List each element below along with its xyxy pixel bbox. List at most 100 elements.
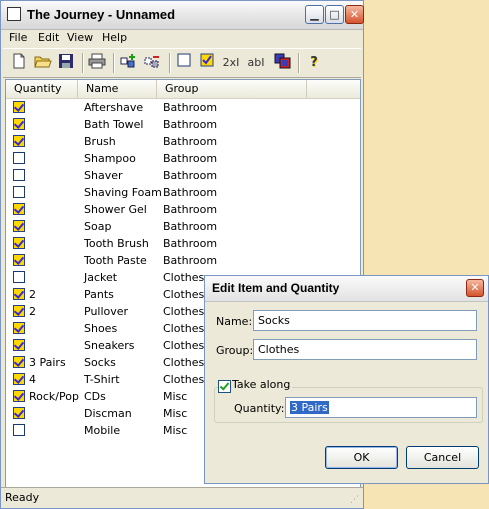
- list-item[interactable]: Tooth Brush Bathroom: [6, 235, 360, 252]
- take-along-checkbox[interactable]: [13, 237, 25, 249]
- toolbar: 2xI abI ?: [3, 48, 361, 78]
- name-cell: Soap: [84, 220, 112, 233]
- group-cell: Clothes: [163, 339, 205, 352]
- name-cell: CDs: [84, 390, 106, 403]
- list-item[interactable]: Soap Bathroom: [6, 218, 360, 235]
- take-along-checkbox[interactable]: [13, 101, 25, 113]
- group-cell: Bathroom: [163, 101, 218, 114]
- list-item[interactable]: Bath Towel Bathroom: [6, 116, 360, 133]
- menu-edit[interactable]: Edit: [38, 31, 59, 44]
- database-icon[interactable]: [273, 53, 293, 73]
- take-along-checkbox[interactable]: [13, 169, 25, 181]
- menu-file[interactable]: File: [9, 31, 27, 44]
- take-along-checkbox[interactable]: [13, 271, 25, 283]
- quantity-input[interactable]: 3 Pairs: [285, 397, 477, 418]
- column-name[interactable]: Name: [78, 80, 157, 98]
- group-cell: Bathroom: [163, 220, 218, 233]
- take-along-checkbox[interactable]: [13, 407, 25, 419]
- name-cell: T-Shirt: [84, 373, 120, 386]
- group-input[interactable]: Clothes: [253, 339, 477, 360]
- group-cell: Clothes: [163, 322, 205, 335]
- name-cell: Aftershave: [84, 101, 144, 114]
- edit-item-dialog: Edit Item and Quantity ✕ Name: Socks Gro…: [204, 275, 489, 484]
- list-item[interactable]: Shaving Foam Bathroom: [6, 184, 360, 201]
- take-along-checkbox[interactable]: [13, 220, 25, 232]
- take-along-checkbox[interactable]: [13, 339, 25, 351]
- take-along-checkbox[interactable]: [13, 322, 25, 334]
- take-along-checkbox[interactable]: [13, 203, 25, 215]
- menu-help[interactable]: Help: [102, 31, 127, 44]
- quantity-icon[interactable]: 2xI: [219, 53, 243, 73]
- save-icon[interactable]: [56, 53, 76, 73]
- menu-view[interactable]: View: [67, 31, 93, 44]
- take-along-checkbox[interactable]: [13, 288, 25, 300]
- list-item[interactable]: Aftershave Bathroom: [6, 99, 360, 116]
- minimize-button[interactable]: ▁: [305, 5, 324, 24]
- group-cell: Clothes: [163, 288, 205, 301]
- resize-grip-icon[interactable]: ⋰: [350, 495, 360, 505]
- group-cell: Bathroom: [163, 169, 218, 182]
- name-cell: Pullover: [84, 305, 129, 318]
- help-icon[interactable]: ?: [304, 53, 324, 73]
- group-cell: Misc: [163, 407, 188, 420]
- toolbar-separator: [169, 53, 171, 73]
- cancel-button[interactable]: Cancel: [406, 446, 479, 469]
- name-cell: Tooth Brush: [84, 237, 149, 250]
- name-cell: Brush: [84, 135, 116, 148]
- name-cell: Mobile: [84, 424, 121, 437]
- uncheck-all-icon[interactable]: [174, 53, 194, 73]
- name-input[interactable]: Socks: [253, 310, 477, 331]
- add-items-icon[interactable]: [119, 53, 139, 73]
- name-cell: Shoes: [84, 322, 118, 335]
- quantity-cell: 2: [29, 305, 36, 318]
- rename-icon[interactable]: abI: [245, 53, 267, 73]
- group-cell: Clothes: [163, 356, 205, 369]
- list-item[interactable]: Shaver Bathroom: [6, 167, 360, 184]
- take-along-label[interactable]: Take along: [232, 378, 293, 391]
- list-item[interactable]: Tooth Paste Bathroom: [6, 252, 360, 269]
- name-cell: Pants: [84, 288, 114, 301]
- check-all-icon[interactable]: [197, 53, 217, 73]
- list-item[interactable]: Shower Gel Bathroom: [6, 201, 360, 218]
- name-cell: Jacket: [84, 271, 118, 284]
- name-label: Name:: [216, 315, 253, 328]
- group-cell: Bathroom: [163, 135, 218, 148]
- maximize-button[interactable]: □: [325, 5, 344, 24]
- take-along-checkbox[interactable]: [13, 118, 25, 130]
- list-item[interactable]: Shampoo Bathroom: [6, 150, 360, 167]
- name-cell: Bath Towel: [84, 118, 144, 131]
- list-item[interactable]: Brush Bathroom: [6, 133, 360, 150]
- new-document-icon[interactable]: [9, 53, 29, 73]
- column-quantity[interactable]: Quantity: [6, 80, 78, 98]
- name-cell: Discman: [84, 407, 132, 420]
- status-bar: Ready ⋰: [1, 487, 363, 508]
- dialog-close-button[interactable]: ✕: [466, 279, 484, 297]
- take-along-checkbox[interactable]: [218, 380, 231, 393]
- dialog-title-bar[interactable]: Edit Item and Quantity ✕: [205, 276, 488, 302]
- quantity-label: Quantity:: [234, 402, 285, 415]
- take-along-checkbox[interactable]: [13, 373, 25, 385]
- take-along-checkbox[interactable]: [13, 424, 25, 436]
- group-cell: Bathroom: [163, 186, 218, 199]
- name-cell: Tooth Paste: [84, 254, 147, 267]
- take-along-checkbox[interactable]: [13, 390, 25, 402]
- print-icon[interactable]: [87, 53, 107, 73]
- open-folder-icon[interactable]: [33, 53, 53, 73]
- group-cell: Clothes: [163, 305, 205, 318]
- quantity-cell: 4: [29, 373, 36, 386]
- column-group[interactable]: Group: [157, 80, 307, 98]
- group-cell: Bathroom: [163, 237, 218, 250]
- ok-button[interactable]: OK: [325, 446, 398, 469]
- title-bar[interactable]: The Journey - Unnamed ▁ □ ✕: [1, 1, 364, 30]
- dialog-title: Edit Item and Quantity: [212, 281, 340, 295]
- take-along-checkbox[interactable]: [13, 186, 25, 198]
- take-along-checkbox[interactable]: [13, 152, 25, 164]
- take-along-checkbox[interactable]: [13, 305, 25, 317]
- take-along-checkbox[interactable]: [13, 356, 25, 368]
- take-along-checkbox[interactable]: [13, 135, 25, 147]
- group-cell: Bathroom: [163, 254, 218, 267]
- remove-items-icon[interactable]: [143, 53, 163, 73]
- close-button[interactable]: ✕: [345, 5, 364, 24]
- rename-icon-label: ab: [247, 56, 262, 69]
- take-along-checkbox[interactable]: [13, 254, 25, 266]
